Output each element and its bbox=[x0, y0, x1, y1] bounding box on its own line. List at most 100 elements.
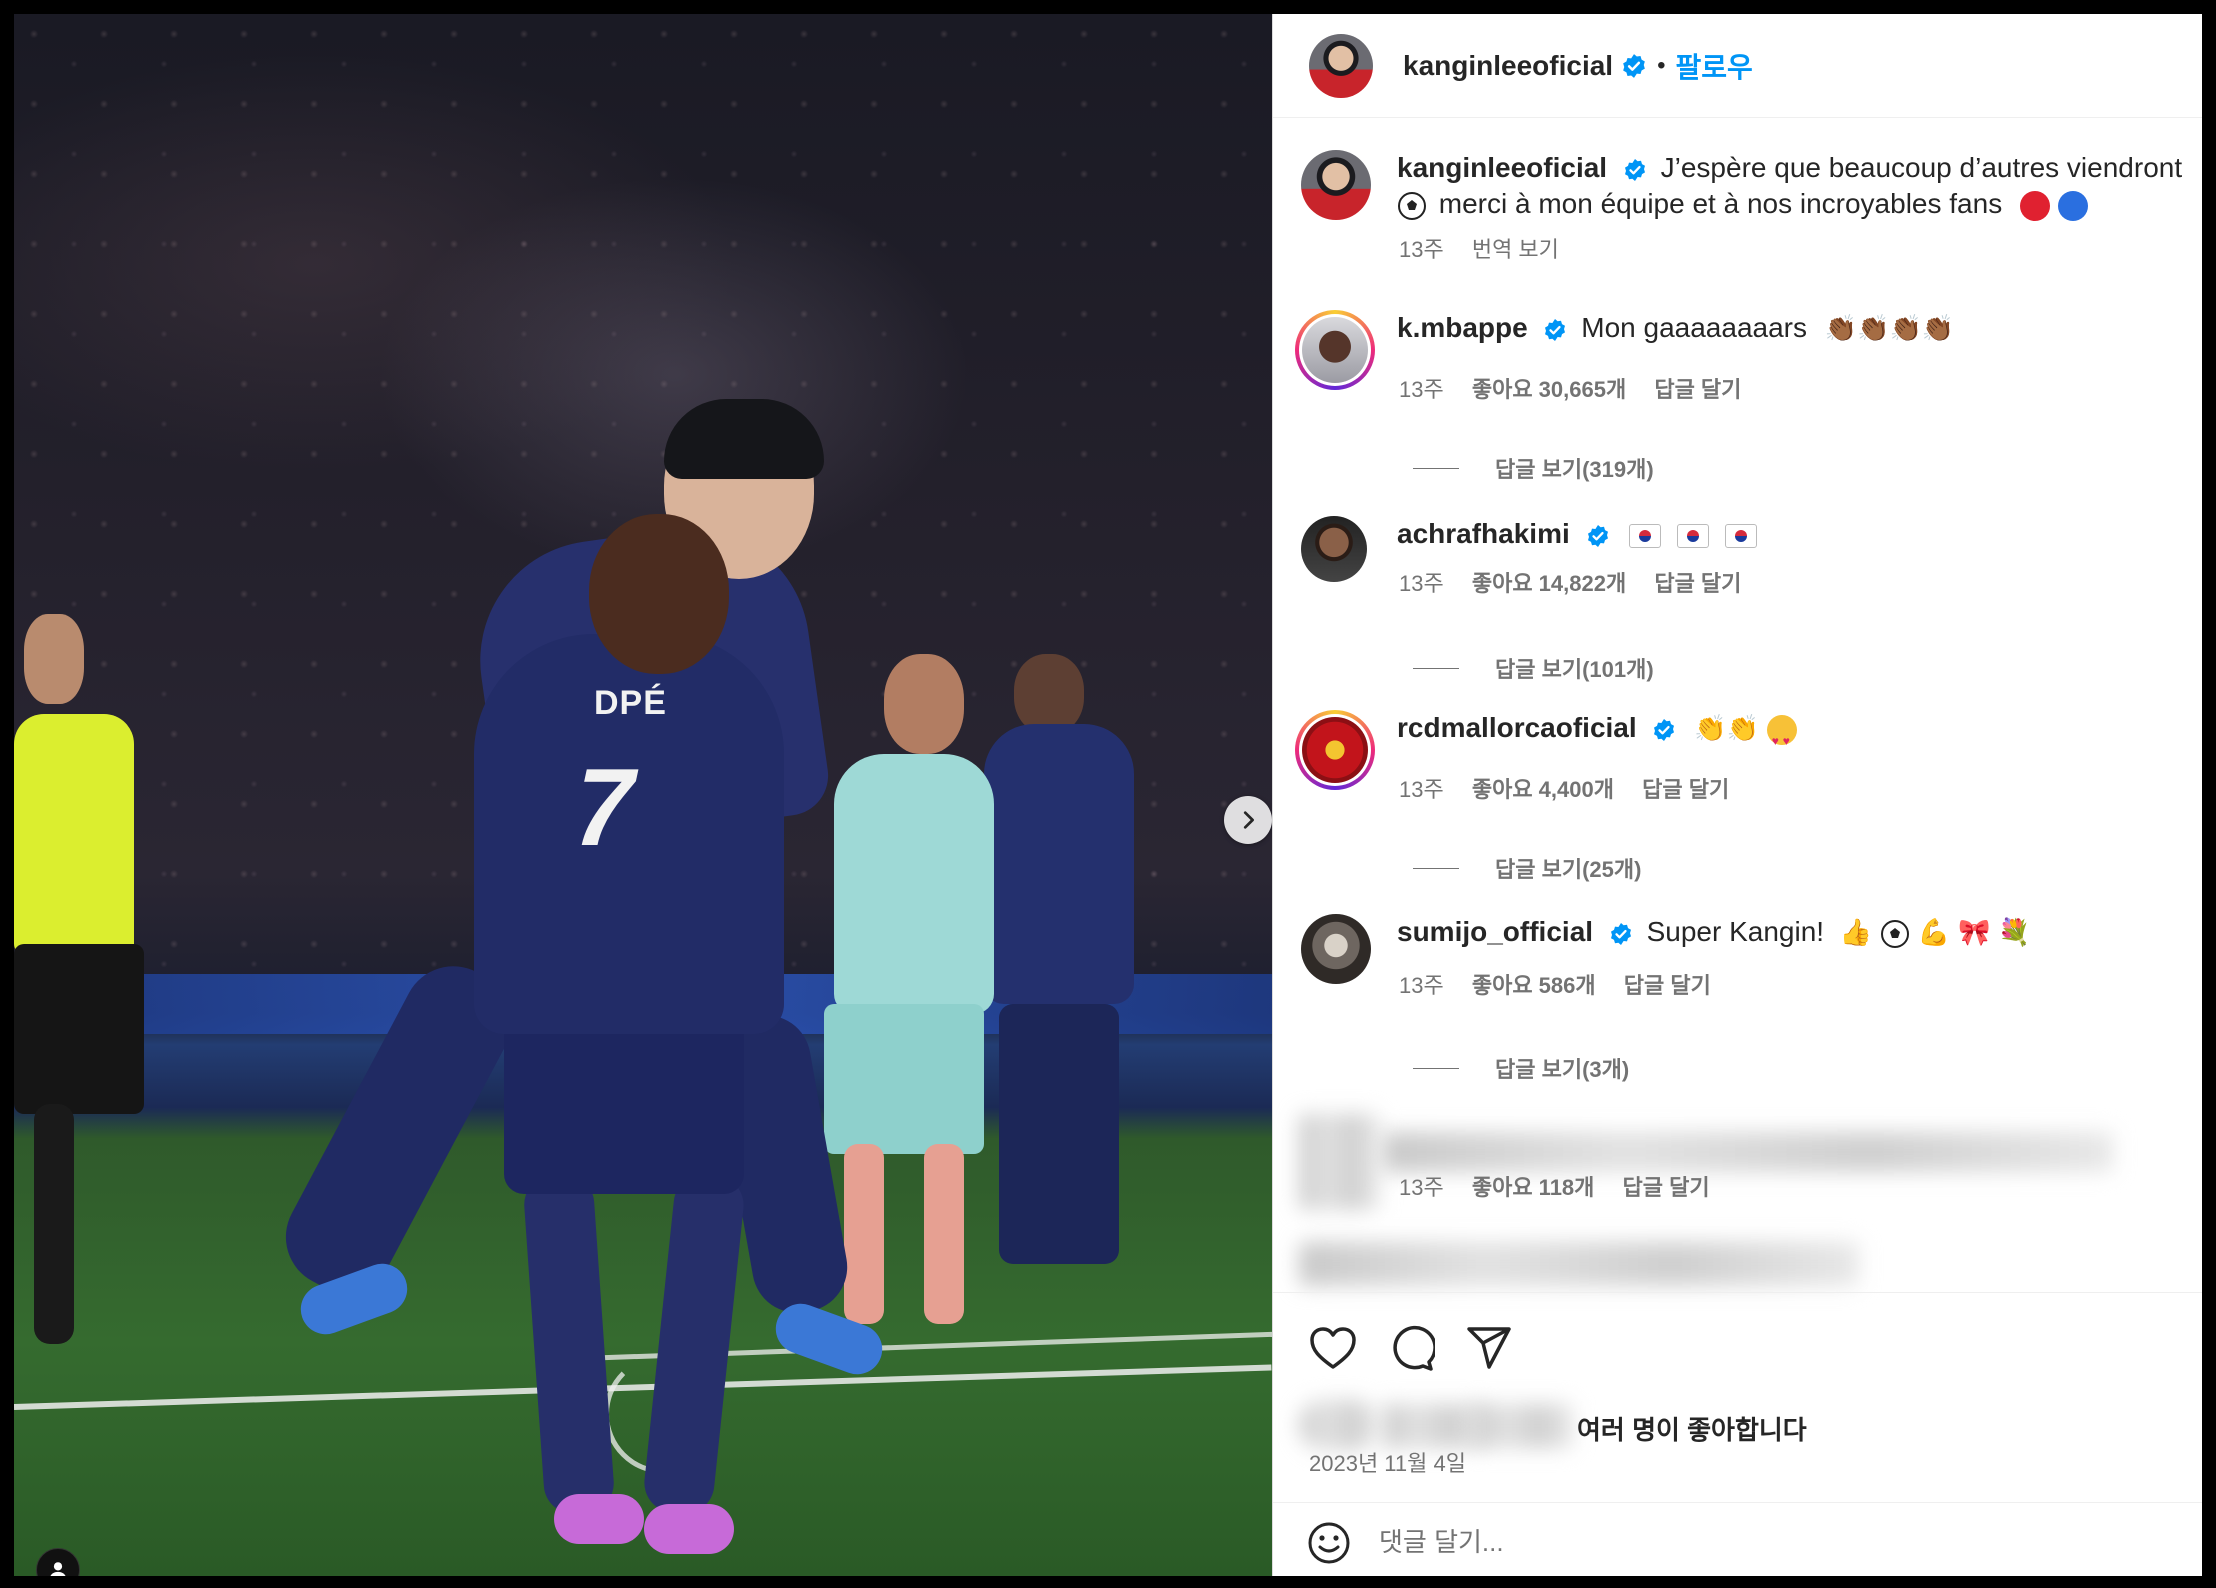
blurred-avatar bbox=[1383, 1404, 1483, 1448]
person-tag-icon bbox=[50, 1562, 66, 1576]
opponent-player bbox=[844, 1144, 884, 1324]
verified-badge-icon bbox=[1587, 524, 1608, 547]
verified-badge-icon bbox=[1654, 718, 1675, 741]
hugging-player bbox=[522, 1171, 616, 1517]
view-replies-label: 답글 보기(3개) bbox=[1495, 1057, 1630, 1082]
reply-button[interactable]: 답글 달기 bbox=[1623, 1175, 1710, 1200]
view-replies-label: 답글 보기(319개) bbox=[1495, 457, 1654, 482]
ribbon-icon: 🎀 bbox=[1957, 917, 1991, 947]
commenter-avatar bbox=[1302, 317, 1368, 383]
commenter-avatar[interactable] bbox=[1301, 914, 1371, 984]
comment-likes[interactable]: 좋아요 118개 bbox=[1472, 1175, 1595, 1200]
verified-badge-icon bbox=[1610, 922, 1631, 945]
post-side-panel: kanginleeoficial • 팔로우 kanginleeoficial … bbox=[1272, 14, 2202, 1576]
next-photo-button[interactable] bbox=[1224, 796, 1272, 844]
comment-likes[interactable]: 좋아요 586개 bbox=[1472, 973, 1596, 998]
referee bbox=[34, 1104, 74, 1344]
view-replies-button[interactable]: 답글 보기(101개) bbox=[1413, 652, 1654, 684]
commenter-avatar[interactable] bbox=[1301, 516, 1367, 582]
post-photo[interactable]: DPÉ 7 bbox=[14, 14, 1272, 1576]
tagged-people-button[interactable] bbox=[36, 1548, 80, 1576]
flag-south-korea-icon bbox=[1677, 523, 1710, 548]
comment-input[interactable] bbox=[1379, 1527, 2079, 1558]
likes-text: 여러 명이 좋아합니다 bbox=[1577, 1415, 1807, 1445]
blurred-comment-text bbox=[1299, 1242, 1859, 1286]
follow-button[interactable]: 팔로우 bbox=[1675, 46, 1752, 86]
opponent-player bbox=[924, 1144, 964, 1324]
chevron-right-icon bbox=[1243, 811, 1254, 829]
view-replies-label: 답글 보기(25개) bbox=[1495, 857, 1642, 882]
comment: sumijo_official Super Kangin! 👍 💪 🎀 💐 13… bbox=[1301, 914, 2202, 1000]
hugging-player bbox=[641, 1171, 747, 1517]
author-avatar[interactable] bbox=[1301, 150, 1371, 220]
bouquet-icon: 💐 bbox=[1998, 917, 2031, 947]
post-caption: kanginleeoficial J’espère que beaucoup d… bbox=[1301, 150, 2202, 264]
view-replies-button[interactable]: 답글 보기(3개) bbox=[1413, 1052, 1629, 1084]
hugging-player bbox=[554, 1494, 644, 1544]
story-ring[interactable] bbox=[1295, 710, 1375, 790]
opponent-player bbox=[884, 654, 964, 754]
red-circle-icon bbox=[2019, 190, 2050, 221]
blue-circle-icon bbox=[2057, 190, 2088, 221]
comment-likes[interactable]: 좋아요 30,665개 bbox=[1472, 377, 1626, 402]
comment-icon bbox=[1393, 1325, 1435, 1371]
comment-time: 13주 bbox=[1399, 1175, 1444, 1200]
comment-time: 13주 bbox=[1399, 973, 1444, 998]
soccer-ball-icon bbox=[1881, 919, 1910, 948]
opponent-player bbox=[834, 754, 994, 1014]
comment-button[interactable] bbox=[1385, 1322, 1437, 1374]
background-player bbox=[999, 1004, 1119, 1264]
blurred-username bbox=[1473, 1404, 1573, 1448]
emoji-smiley-icon[interactable] bbox=[1307, 1521, 1351, 1565]
like-button[interactable] bbox=[1307, 1322, 1359, 1374]
share-button[interactable] bbox=[1463, 1322, 1515, 1374]
verified-badge-icon bbox=[1545, 318, 1566, 341]
reply-button[interactable]: 답글 달기 bbox=[1642, 777, 1729, 802]
comment-text: Super Kangin! bbox=[1646, 916, 1825, 947]
caption-text: J’espère que beaucoup d’autres viendront bbox=[1660, 152, 2183, 183]
opponent-player bbox=[824, 1004, 984, 1154]
add-comment-bar bbox=[1273, 1502, 2202, 1576]
commenter-username[interactable]: achrafhakimi bbox=[1397, 518, 1570, 549]
caption-username[interactable]: kanginleeoficial bbox=[1397, 152, 1607, 183]
referee bbox=[14, 714, 134, 954]
comment-time: 13주 bbox=[1399, 777, 1444, 802]
story-ring[interactable] bbox=[1295, 310, 1375, 390]
translate-link[interactable]: 번역 보기 bbox=[1472, 237, 1559, 262]
share-icon bbox=[1467, 1326, 1511, 1369]
separator: • bbox=[1657, 51, 1666, 79]
post-date[interactable]: 2023년 11월 4일 bbox=[1309, 1446, 1466, 1478]
blurred-avatar bbox=[1299, 1400, 1379, 1450]
author-username[interactable]: kanginleeoficial bbox=[1403, 50, 1613, 82]
muscle-icon: 💪 bbox=[1917, 917, 1951, 947]
post-header: kanginleeoficial • 팔로우 bbox=[1273, 14, 2202, 118]
commenter-username[interactable]: rcdmallorcaoficial bbox=[1397, 712, 1637, 743]
referee bbox=[24, 614, 84, 704]
comment-likes[interactable]: 좋아요 14,822개 bbox=[1472, 571, 1626, 596]
referee bbox=[14, 944, 144, 1114]
author-avatar[interactable] bbox=[1309, 33, 1373, 98]
clapping-hands-icon: 👏🏾👏🏾👏🏾👏🏾 bbox=[1824, 313, 1955, 343]
blurred-comment-text bbox=[1383, 1132, 2113, 1172]
jersey-name: DPÉ bbox=[594, 684, 667, 722]
heart-icon bbox=[1310, 1326, 1356, 1369]
comment: k.mbappe Mon gaaaaaaaars 👏🏾👏🏾👏🏾👏🏾 13주 좋아… bbox=[1295, 310, 2202, 404]
hugging-player bbox=[589, 514, 729, 674]
view-replies-label: 답글 보기(101개) bbox=[1495, 657, 1654, 682]
comment-text: Mon gaaaaaaaars bbox=[1581, 312, 1807, 343]
reply-button[interactable]: 답글 달기 bbox=[1654, 377, 1741, 402]
commenter-username[interactable]: k.mbappe bbox=[1397, 312, 1528, 343]
commenter-username[interactable]: sumijo_official bbox=[1397, 916, 1593, 947]
background-player bbox=[1014, 654, 1084, 734]
comment: 13주 좋아요 118개 답글 달기 bbox=[1301, 1170, 2202, 1202]
comment: achrafhakimi 13주 좋아요 14,822개 답글 달기 bbox=[1301, 516, 2202, 598]
comment-likes[interactable]: 좋아요 4,400개 bbox=[1472, 777, 1614, 802]
soccer-ball-icon bbox=[1398, 191, 1426, 220]
reply-button[interactable]: 답글 달기 bbox=[1624, 973, 1711, 998]
action-bar bbox=[1273, 1292, 2202, 1402]
reply-button[interactable]: 답글 달기 bbox=[1654, 571, 1741, 596]
view-replies-button[interactable]: 답글 보기(319개) bbox=[1413, 452, 1654, 484]
caption-text: merci à mon équipe et à nos incroyables … bbox=[1438, 188, 2003, 219]
verified-badge-icon bbox=[1624, 158, 1645, 181]
view-replies-button[interactable]: 답글 보기(25개) bbox=[1413, 852, 1641, 884]
